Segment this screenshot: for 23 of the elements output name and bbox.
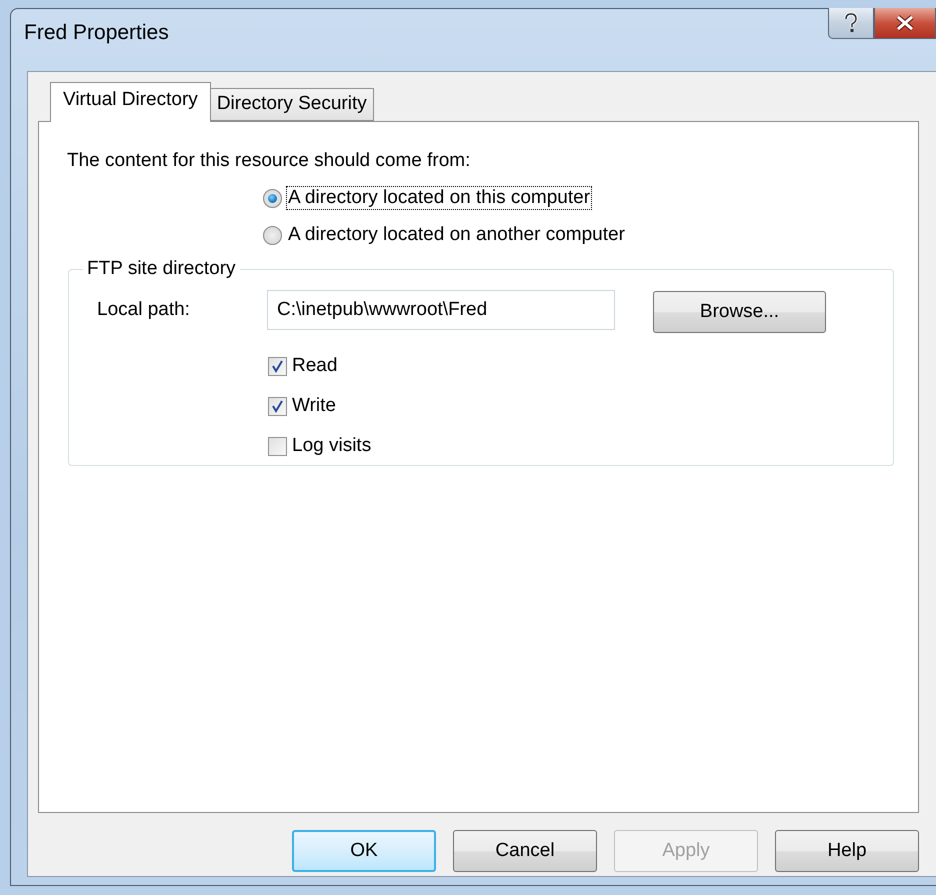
prompt-text: The content for this resource should come from:	[67, 150, 472, 172]
tab[interactable]: Directory Security	[210, 88, 374, 121]
dialog-button[interactable]: Help	[775, 830, 919, 872]
checkbox[interactable]	[268, 436, 287, 456]
checkbox-label[interactable]: Log visits	[292, 435, 372, 457]
radio-label[interactable]: A directory located on this computer	[286, 186, 592, 210]
checkbox-label[interactable]: Write	[292, 395, 336, 417]
tab[interactable]: Virtual Directory	[50, 82, 211, 122]
radio-label[interactable]: A directory located on another computer	[286, 223, 627, 247]
local-path-field[interactable]: C:\inetpub\wwwroot\Fred	[267, 290, 615, 330]
help-icon[interactable]	[828, 8, 874, 39]
radio-button[interactable]	[263, 188, 282, 208]
close-icon[interactable]	[874, 8, 936, 39]
group-legend: FTP site directory	[83, 258, 240, 280]
checkbox[interactable]	[268, 356, 287, 376]
browse-button[interactable]: Browse...	[653, 291, 826, 333]
window-title: Fred Properties	[24, 21, 169, 45]
field-label: Local path:	[97, 298, 191, 320]
checkbox-label[interactable]: Read	[292, 355, 338, 377]
dialog-button[interactable]: Cancel	[453, 830, 597, 872]
radio-button[interactable]	[263, 226, 282, 244]
dialog-button[interactable]: OK	[292, 830, 436, 872]
checkbox[interactable]	[268, 396, 287, 416]
